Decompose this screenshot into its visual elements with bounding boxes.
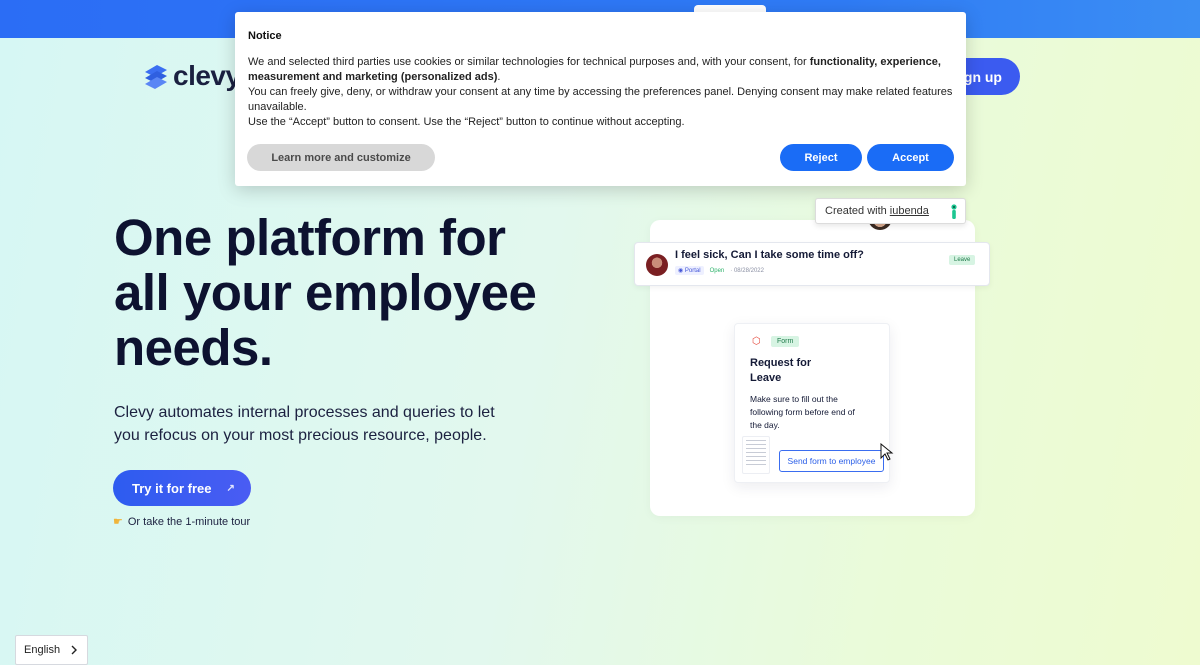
language-label: English [24, 644, 61, 656]
hero-subtitle: Clevy automates internal processes and q… [114, 401, 534, 447]
form-desc-line: the day. [750, 420, 780, 430]
iubenda-icon [951, 204, 957, 219]
cube-icon: ⬡ [752, 336, 761, 347]
ticket-date: · 08/28/2022 [730, 267, 764, 274]
iubenda-prefix: Created with [825, 205, 887, 217]
status-label: Open [709, 267, 725, 274]
tour-label: Or take the 1-minute tour [127, 515, 251, 528]
tour-link[interactable]: ☛ Or take the 1-minute tour [113, 515, 251, 529]
form-description: Make sure to fill out the following form… [750, 393, 878, 432]
form-title-line: Request for [750, 357, 812, 369]
chevron-right-icon [71, 645, 77, 655]
notice-bold-text: measurement and marketing (personalized … [248, 71, 498, 83]
notice-text: Use the “Accept” button to consent. Use … [248, 116, 685, 128]
form-title: Request for Leave [750, 356, 860, 386]
clevy-logo-icon [145, 65, 167, 89]
send-form-button[interactable]: Send form to employee [779, 450, 884, 472]
form-title-line: Leave [750, 372, 782, 384]
reject-button[interactable]: Reject [780, 144, 862, 171]
notice-title: Notice [248, 30, 282, 42]
notice-text: . [497, 71, 501, 83]
learn-more-button[interactable]: Learn more and customize [247, 144, 435, 171]
hero-title-line: needs. [114, 319, 273, 376]
language-selector[interactable]: English [15, 635, 88, 665]
notice-body: We and selected third parties use cookie… [248, 55, 958, 130]
portal-badge: ◉ Portal [675, 266, 704, 275]
ticket-meta: ◉ Portal Open · 08/28/2022 [675, 266, 764, 275]
accept-button[interactable]: Accept [867, 144, 954, 171]
hero-title: One platform for all your employee needs… [114, 210, 594, 375]
hero-title-line: all your employee [114, 264, 537, 321]
logo-text: clevy [173, 60, 241, 91]
form-tag: Form [771, 336, 800, 347]
try-free-button[interactable]: Try it for free ↗ [113, 470, 251, 506]
hero-subtitle-line: you refocus on your most precious resour… [114, 427, 487, 444]
ticket-row: I feel sick, Can I take some time off? ◉… [634, 242, 990, 286]
notice-bold-text: functionality, experience, [809, 56, 941, 68]
cookie-notice: Notice We and selected third parties use… [235, 12, 966, 186]
hero-subtitle-line: Clevy automates internal processes and q… [114, 404, 495, 421]
notice-text: We and selected third parties use cookie… [248, 56, 810, 68]
logo[interactable]: clevy [143, 60, 241, 92]
arrow-up-right-icon: ↗ [226, 482, 235, 494]
document-icon [742, 436, 770, 474]
avatar [646, 254, 668, 276]
iubenda-badge[interactable]: Created with iubenda [815, 198, 966, 224]
cursor-icon [880, 443, 894, 461]
try-free-label: Try it for free [132, 480, 212, 496]
form-desc-line: Make sure to fill out the [750, 394, 838, 404]
ticket-title: I feel sick, Can I take some time off? [675, 249, 864, 261]
hero-title-line: One platform for [114, 209, 506, 266]
pointing-hand-icon: ☛ [113, 516, 123, 528]
iubenda-link[interactable]: iubenda [890, 205, 929, 217]
notice-text: You can freely give, deny, or withdraw y… [248, 86, 953, 113]
leave-badge: Leave [949, 255, 976, 265]
form-desc-line: following form before end of [750, 407, 855, 417]
